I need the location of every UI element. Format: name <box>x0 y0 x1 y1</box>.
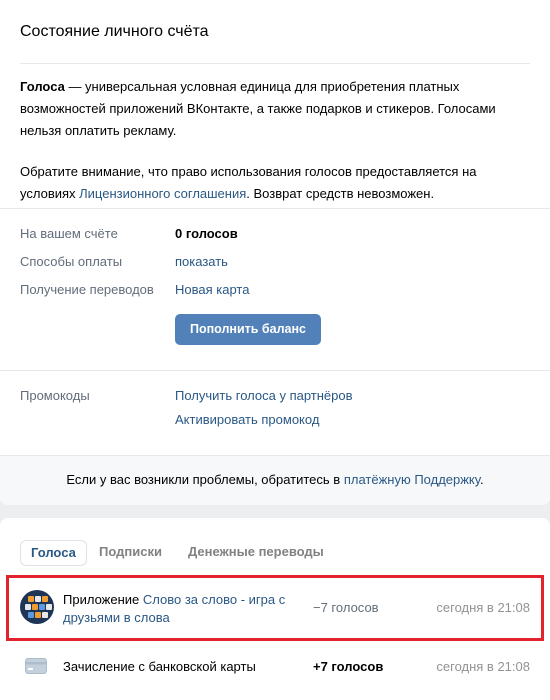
support-notice: Если у вас возникли проблемы, обратитесь… <box>0 455 550 505</box>
new-card-link[interactable]: Новая карта <box>175 280 249 300</box>
bank-card-icon <box>25 658 47 677</box>
transfers-label: Получение переводов <box>20 282 154 297</box>
balance-row: На вашем счёте 0 голосов <box>20 224 530 244</box>
highlight-box <box>6 575 544 641</box>
support-text: Если у вас возникли проблемы, обратитесь… <box>66 472 344 487</box>
divider <box>0 208 550 209</box>
history-row: Зачисление с банковской карты +7 голосов… <box>0 657 550 677</box>
tab-subscriptions[interactable]: Подписки <box>89 540 172 566</box>
info-paragraph-votes: Голоса — универсальная условная единица … <box>20 76 530 142</box>
promo-activate-row: Активировать промокод <box>20 410 530 430</box>
history-date: сегодня в 21:08 <box>436 659 530 674</box>
tab-money-transfers[interactable]: Денежные переводы <box>178 540 334 566</box>
history-description: Зачисление с банковской карты <box>63 659 256 674</box>
divider <box>20 63 530 64</box>
info-text: Голоса — универсальная условная единица … <box>20 76 530 205</box>
info-p1-text: — универсальная условная единица для при… <box>20 79 496 138</box>
promo-row: Промокоды Получить голоса у партнёров <box>20 386 530 406</box>
topup-balance-button[interactable]: Пополнить баланс <box>175 314 321 345</box>
balance-value: 0 голосов <box>175 226 238 241</box>
payment-support-link[interactable]: платёжную Поддержку <box>344 472 480 487</box>
support-text-end: . <box>479 472 484 487</box>
payment-methods-row: Способы оплаты показать <box>20 252 530 272</box>
show-payment-methods-link[interactable]: показать <box>175 252 228 272</box>
partner-votes-link[interactable]: Получить голоса у партнёров <box>175 386 353 406</box>
page-title: Состояние личного счёта <box>20 23 209 40</box>
divider <box>0 370 550 371</box>
history-amount: +7 голосов <box>313 659 384 674</box>
info-bold-term: Голоса <box>20 79 65 94</box>
promo-label: Промокоды <box>20 388 90 403</box>
info-p2-end: . Возврат средств невозможен. <box>246 186 435 201</box>
transfers-row: Получение переводов Новая карта <box>20 280 530 300</box>
license-agreement-link[interactable]: Лицензионного соглашения <box>79 186 246 201</box>
balance-label: На вашем счёте <box>20 226 118 241</box>
account-card: Состояние личного счёта Голоса — универс… <box>0 0 550 505</box>
payment-methods-label: Способы оплаты <box>20 254 123 269</box>
tab-votes[interactable]: Голоса <box>20 540 87 566</box>
activate-promocode-link[interactable]: Активировать промокод <box>175 410 319 430</box>
info-paragraph-license: Обратите внимание, что право использован… <box>20 161 530 205</box>
